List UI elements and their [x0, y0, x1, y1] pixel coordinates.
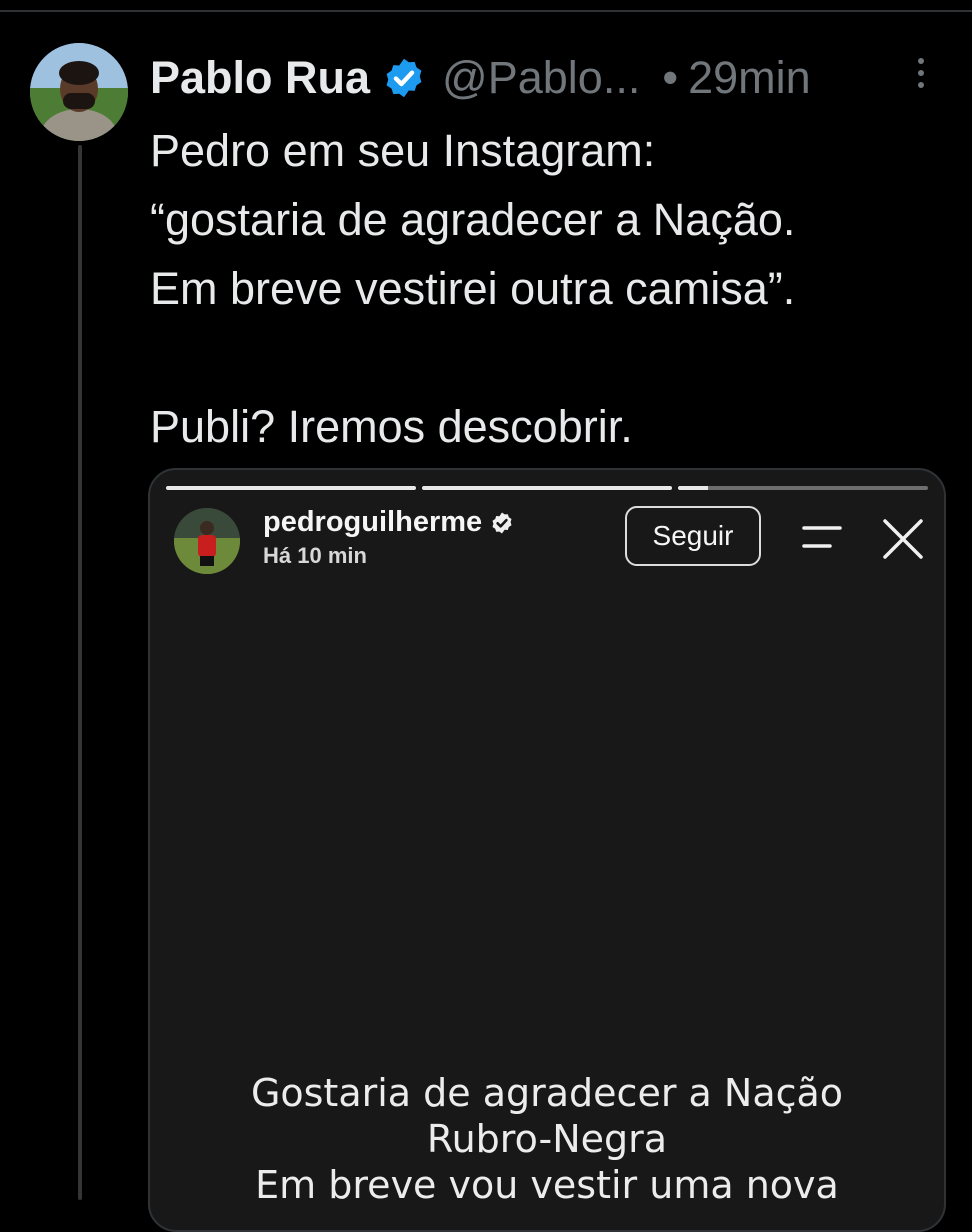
instagram-story-image[interactable]: pedroguilherme Há 10 min Seguir Gostaria… — [148, 468, 946, 1232]
story-time: Há 10 min — [263, 543, 367, 568]
story-text-line: Em breve vou vestir uma nova — [255, 1163, 839, 1207]
verified-badge-icon — [386, 58, 422, 98]
story-username-text: pedroguilherme — [263, 506, 483, 538]
tweet-header: Pablo Rua @Pablo... • 29min — [150, 48, 811, 108]
story-avatar[interactable] — [174, 508, 240, 574]
menu-icon[interactable] — [802, 522, 842, 552]
follow-button[interactable]: Seguir — [625, 506, 761, 566]
tweet-text: Pedro em seu Instagram: “gostaria de agr… — [150, 116, 950, 461]
thread-line — [78, 145, 82, 1200]
tweet-time[interactable]: 29min — [688, 52, 811, 104]
story-progress — [166, 486, 928, 490]
author-name[interactable]: Pablo Rua — [150, 52, 370, 104]
tweet-line: Em breve vestirei outra camisa”. — [150, 263, 796, 314]
story-progress-segment — [422, 486, 672, 490]
tweet-line: “gostaria de agradecer a Nação. — [150, 194, 796, 245]
close-icon[interactable] — [882, 518, 924, 560]
tweet-line — [150, 323, 950, 392]
more-vertical-icon[interactable] — [916, 58, 926, 92]
story-text: Gostaria de agradecer a Nação Rubro-Negr… — [150, 1070, 944, 1208]
story-username[interactable]: pedroguilherme — [263, 506, 514, 539]
separator-dot: • — [662, 52, 679, 103]
author-handle[interactable]: @Pablo... — [442, 52, 640, 104]
tweet-line: Publi? Iremos descobrir. — [150, 401, 633, 452]
story-text-line: Rubro-Negra — [426, 1117, 668, 1161]
author-avatar[interactable] — [30, 43, 128, 141]
story-progress-segment — [678, 486, 928, 490]
story-text-line: Gostaria de agradecer a Nação — [250, 1071, 844, 1115]
top-divider — [0, 10, 972, 12]
verified-badge-icon — [492, 512, 512, 533]
story-progress-segment — [166, 486, 416, 490]
tweet-line: Pedro em seu Instagram: — [150, 125, 656, 176]
